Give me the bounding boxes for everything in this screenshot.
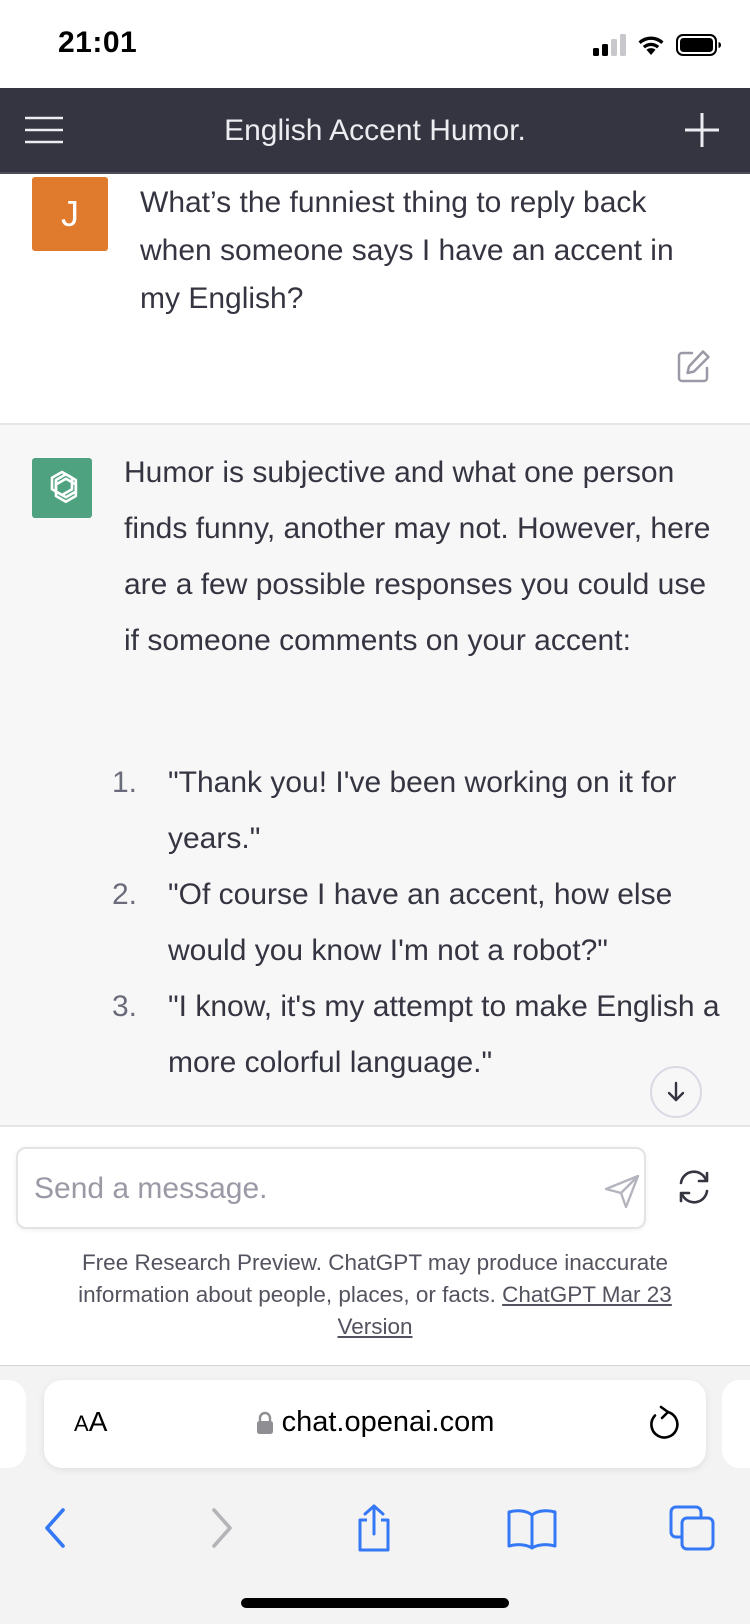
- reload-icon: [650, 1405, 679, 1439]
- bookmarks-icon: [507, 1509, 557, 1550]
- responses-list: 1. "Thank you! I've been working on it f…: [108, 755, 728, 1091]
- assistant-message: Humor is subjective and what one person …: [0, 425, 750, 1125]
- status-time: 21:01: [58, 26, 138, 59]
- openai-logo-icon: [50, 470, 78, 504]
- status-bar: 21:01: [0, 0, 750, 88]
- conversation-title: English Accent Humor.: [224, 114, 526, 147]
- assistant-intro-text: Humor is subjective and what one person …: [124, 456, 711, 657]
- list-item-text: "Thank you! I've been working on it for …: [168, 766, 677, 855]
- url-display[interactable]: chat.openai.com: [44, 1406, 706, 1439]
- scroll-to-bottom-button[interactable]: [650, 1066, 702, 1118]
- home-indicator[interactable]: [241, 1598, 509, 1608]
- new-chat-button[interactable]: [680, 108, 724, 152]
- menu-button[interactable]: [22, 108, 66, 152]
- share-button[interactable]: [342, 1496, 406, 1560]
- composer: Free Research Preview. ChatGPT may produ…: [0, 1125, 750, 1365]
- next-tab-peek[interactable]: [722, 1380, 750, 1468]
- share-icon: [358, 1504, 390, 1552]
- send-button[interactable]: [602, 1171, 642, 1211]
- bookmarks-button[interactable]: [500, 1496, 564, 1560]
- browser-toolbar: [0, 1496, 750, 1576]
- user-message: J What’s the funniest thing to reply bac…: [0, 174, 750, 425]
- edit-icon: [677, 350, 710, 383]
- paper-plane-icon: [604, 1174, 640, 1209]
- forward-button[interactable]: [188, 1496, 252, 1560]
- regenerate-icon: [679, 1170, 709, 1204]
- hamburger-menu-icon: [25, 116, 63, 144]
- list-item-number: 2.: [112, 878, 138, 911]
- disclaimer: Free Research Preview. ChatGPT may produ…: [40, 1247, 710, 1343]
- plus-icon: [685, 113, 719, 147]
- tabs-icon: [669, 1505, 715, 1551]
- list-item-text: "Of course I have an accent, how else wo…: [168, 878, 673, 967]
- previous-tab-peek[interactable]: [0, 1380, 26, 1468]
- list-item-text: "I know, it's my attempt to make English…: [168, 990, 720, 1079]
- list-item: 2. "Of course I have an accent, how else…: [108, 867, 728, 979]
- message-input-box[interactable]: [16, 1147, 646, 1229]
- reload-button[interactable]: [644, 1404, 684, 1444]
- back-icon: [45, 1508, 65, 1548]
- signal-icon: [593, 34, 626, 56]
- chat-header: English Accent Humor.: [0, 88, 750, 174]
- user-avatar: J: [32, 177, 108, 251]
- user-message-text: What’s the funniest thing to reply back …: [140, 186, 674, 315]
- lock-icon: [256, 1411, 273, 1434]
- url-text: chat.openai.com: [281, 1406, 495, 1438]
- battery-icon: [676, 34, 721, 56]
- regenerate-button[interactable]: [674, 1167, 714, 1207]
- message-input[interactable]: [34, 1167, 554, 1211]
- arrow-down-icon: [667, 1081, 685, 1102]
- browser-chrome: AA chat.openai.com: [0, 1365, 750, 1624]
- chatgpt-avatar: [32, 458, 92, 518]
- list-item: 3. "I know, it's my attempt to make Engl…: [108, 979, 728, 1091]
- tabs-button[interactable]: [660, 1496, 724, 1560]
- list-item-number: 1.: [112, 766, 138, 799]
- wifi-icon: [638, 36, 664, 55]
- edit-message-button[interactable]: [676, 348, 712, 384]
- back-button[interactable]: [25, 1496, 89, 1560]
- list-item-number: 3.: [112, 990, 138, 1023]
- list-item: 1. "Thank you! I've been working on it f…: [108, 755, 728, 867]
- status-icons: [593, 30, 722, 60]
- forward-icon: [212, 1508, 232, 1548]
- address-bar[interactable]: AA chat.openai.com: [44, 1380, 706, 1468]
